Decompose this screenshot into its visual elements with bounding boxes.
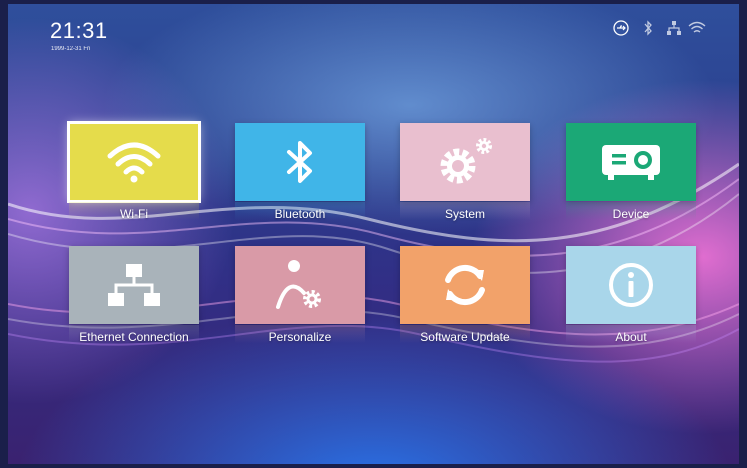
bluetooth-tile-button[interactable] — [235, 123, 365, 201]
tile-label: Bluetooth — [274, 207, 326, 221]
about-tile-button[interactable] — [566, 246, 696, 324]
tile-wifi[interactable]: Wi-Fi — [67, 121, 201, 221]
clock-time: 21:31 — [50, 18, 108, 43]
tile-ethernet-connection[interactable]: Ethernet Connection — [69, 246, 199, 344]
tile-system[interactable]: System — [400, 123, 530, 221]
tile-label: Software Update — [420, 330, 510, 344]
wave-background — [8, 162, 739, 363]
tile-personalize[interactable]: Personalize — [235, 246, 365, 344]
projector-icon — [602, 145, 660, 180]
tile-label: Device — [612, 207, 650, 221]
refresh-icon — [445, 264, 485, 306]
wifi-icon — [688, 18, 706, 38]
tile-device[interactable]: Device — [566, 123, 696, 221]
ethernet-tile-button[interactable] — [69, 246, 199, 324]
ethernet-icon — [108, 264, 160, 306]
ethernet-icon — [666, 18, 682, 38]
tile-label: Personalize — [268, 330, 332, 344]
info-icon — [609, 263, 653, 307]
wifi-icon — [107, 142, 161, 183]
tile-about[interactable]: About — [566, 246, 696, 344]
home-screen: 21:31 1999-12-31 Fri Wi-Fi Bluetooth Sys… — [8, 4, 739, 464]
personalize-icon — [276, 260, 321, 309]
gear-icon — [440, 138, 492, 184]
tile-bluetooth[interactable]: Bluetooth — [235, 123, 365, 221]
bluetooth-icon — [287, 141, 312, 183]
wifi-tile-button[interactable] — [67, 121, 201, 203]
tile-label: About — [615, 330, 647, 344]
personalize-tile-button[interactable] — [235, 246, 365, 324]
device-tile-button[interactable] — [566, 123, 696, 201]
usb-icon — [612, 18, 630, 38]
clock-date: 1999-12-31 Fri — [51, 46, 91, 52]
tile-software-update[interactable]: Software Update — [400, 246, 530, 344]
tile-label: System — [444, 207, 485, 221]
system-tile-button[interactable] — [400, 123, 530, 201]
software-update-tile-button[interactable] — [400, 246, 530, 324]
bluetooth-icon — [642, 18, 654, 38]
tile-label: Ethernet Connection — [79, 330, 189, 344]
tile-label: Wi-Fi — [120, 207, 148, 221]
